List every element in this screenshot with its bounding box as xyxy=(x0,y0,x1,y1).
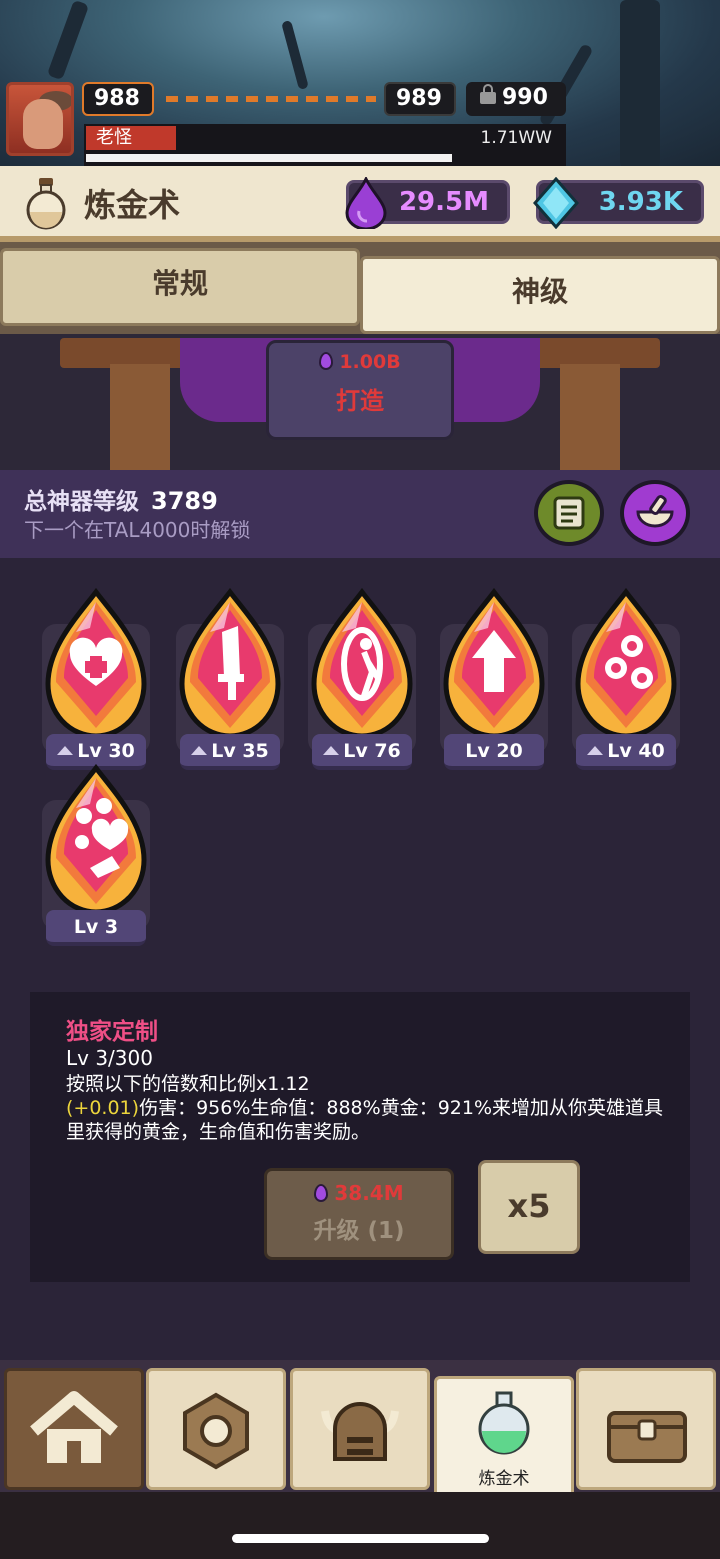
diamond-icon xyxy=(533,177,579,229)
artifact-slot[interactable]: Lv 40 xyxy=(570,574,682,770)
forge-area: 1.00B 打造 xyxy=(0,334,720,470)
nav-alchemy[interactable]: 炼金术 xyxy=(434,1376,574,1498)
heart-plus-icon xyxy=(45,588,147,739)
list-button[interactable] xyxy=(534,480,604,546)
boss-name: 老怪 xyxy=(86,126,176,150)
total-artifact-level: 总神器等级 3789 xyxy=(24,487,218,515)
boss-avatar[interactable] xyxy=(6,82,74,156)
boss-hp-text: 1.71WW xyxy=(480,128,552,148)
artifact-level: Lv 3/300 xyxy=(66,1046,153,1070)
mortar-button[interactable] xyxy=(620,480,690,546)
nav-shadow xyxy=(0,1492,720,1559)
nav-chest[interactable] xyxy=(576,1368,716,1490)
treasure-chest-icon xyxy=(607,1411,687,1463)
purple-currency[interactable]: 29.5M xyxy=(345,177,510,229)
boss-health-bar: 老怪 1.71WW xyxy=(84,124,566,166)
upgrade-arrow-icon xyxy=(191,746,208,755)
multiplier-button[interactable]: x5 xyxy=(478,1160,580,1254)
nav-alchemy-label: 炼金术 xyxy=(478,1469,530,1489)
artifact-summary: 总神器等级 3789 下一个在TAL4000时解锁 xyxy=(0,470,720,558)
tab-bar: 常规 神级 xyxy=(0,242,720,334)
boss-hp-fill xyxy=(86,154,452,162)
nav-upgrades[interactable] xyxy=(146,1368,286,1490)
artifact-slot[interactable]: Lv 35 xyxy=(174,574,286,770)
purple-drop-icon xyxy=(345,177,387,229)
hex-nut-icon xyxy=(183,1392,249,1470)
artifact-slot[interactable]: Lv 20 xyxy=(438,574,550,770)
arrow-up-icon xyxy=(443,588,545,739)
gem-currency[interactable]: 3.93K xyxy=(533,177,704,229)
title-bar: 炼金术 29.5M 3.93K xyxy=(0,166,720,242)
upgrade-button[interactable]: 38.4M 升级 (1) xyxy=(264,1168,454,1260)
artifact-detail-panel: 独家定制 Lv 3/300 按照以下的倍数和比例x1.12 (+0.01)伤害：… xyxy=(30,992,690,1282)
combo-icon xyxy=(45,764,147,915)
nav-heroes[interactable] xyxy=(290,1368,430,1490)
stage-progress-dashes xyxy=(166,96,376,102)
upgrade-arrow-icon xyxy=(587,746,604,755)
upgrade-arrow-icon xyxy=(323,746,340,755)
artifact-level-tag: Lv 35 xyxy=(180,734,280,770)
next-stage: 989 xyxy=(384,82,456,116)
artifact-level-tag: Lv 40 xyxy=(576,734,676,770)
artifact-slot[interactable]: Lv 76 xyxy=(306,574,418,770)
sword-icon xyxy=(179,588,281,739)
coins-icon xyxy=(575,588,677,739)
potion-flask-icon xyxy=(478,1391,530,1455)
page-title: 炼金术 xyxy=(84,186,181,224)
artifact-level-tag: Lv 20 xyxy=(444,734,544,770)
artifact-level-tag: Lv 76 xyxy=(312,734,412,770)
current-stage: 988 xyxy=(82,82,154,116)
viking-helmet-icon xyxy=(321,1402,399,1461)
artifact-title: 独家定制 xyxy=(66,1019,158,1045)
tab-normal[interactable]: 常规 xyxy=(0,248,360,326)
unlock-hint: 下一个在TAL4000时解锁 xyxy=(24,518,251,542)
locked-stage: 990 xyxy=(466,82,566,116)
bottom-nav: 炼金术 xyxy=(0,1360,720,1500)
mortar-icon xyxy=(636,495,674,528)
home-indicator[interactable] xyxy=(232,1534,489,1543)
forge-button[interactable]: 1.00B 打造 xyxy=(266,340,454,440)
lock-icon xyxy=(480,84,496,104)
scroll-list-icon xyxy=(553,496,585,530)
flask-icon xyxy=(26,178,66,230)
portal-walker-icon xyxy=(311,588,413,739)
artifact-slot[interactable]: Lv 30 xyxy=(40,574,152,770)
artifact-description: 按照以下的倍数和比例x1.12 (+0.01)伤害：956%生命值：888%黄金… xyxy=(66,1073,664,1143)
purple-drop-icon xyxy=(314,1184,329,1202)
tab-divine[interactable]: 神级 xyxy=(360,256,720,334)
purple-drop-icon xyxy=(319,352,334,370)
artifact-level-tag: Lv 3 xyxy=(46,910,146,946)
artifact-grid: Lv 30 Lv 35 Lv 76 Lv 20 Lv 40 Lv 3 xyxy=(0,558,720,990)
artifact-slot[interactable]: Lv 3 xyxy=(40,750,152,946)
nav-home[interactable] xyxy=(4,1368,144,1490)
home-icon xyxy=(30,1391,118,1463)
